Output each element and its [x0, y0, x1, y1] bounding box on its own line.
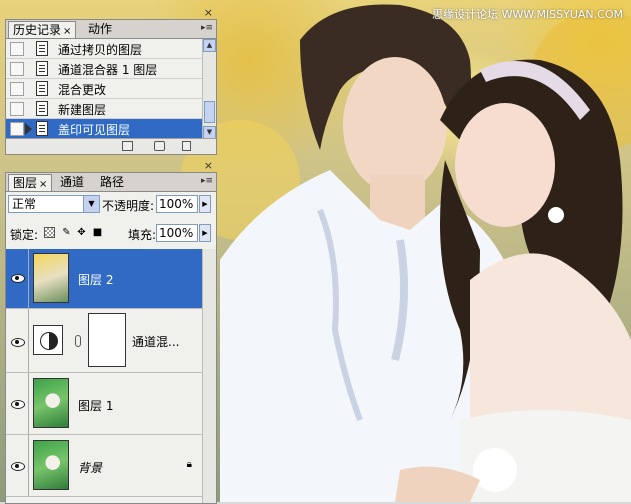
layer-divider	[28, 249, 29, 308]
tab-actions[interactable]: 动作	[84, 21, 116, 38]
history-close-icon[interactable]: ×	[204, 6, 213, 19]
layers-tabbar: 图层 × 通道 路径 ▸≡	[6, 173, 216, 192]
history-scrollbar[interactable]: ▲ ▼	[202, 39, 216, 139]
opacity-slider-button[interactable]: ▶	[199, 195, 211, 213]
history-item-label: 通过拷贝的图层	[58, 43, 143, 57]
tab-layers-close-icon[interactable]: ×	[39, 179, 47, 190]
history-tabbar: 历史记录 × 动作 ▸≡	[6, 20, 216, 39]
history-state-icon	[36, 41, 48, 56]
adjustment-layer-icon	[33, 325, 63, 355]
scroll-thumb[interactable]	[204, 101, 215, 123]
history-snapshot-checkbox[interactable]	[10, 82, 24, 96]
history-state-icon	[36, 61, 48, 76]
camera-snapshot-icon[interactable]	[154, 141, 165, 151]
opacity-label: 不透明度:	[102, 199, 155, 213]
layers-close-icon[interactable]: ×	[204, 159, 213, 172]
watermark: 思缘设计论坛 WWW.MISSYUAN.COM	[432, 8, 623, 21]
history-item[interactable]: 混合更改	[6, 79, 202, 99]
visibility-eye-icon[interactable]	[10, 399, 26, 409]
layer-thumbnail	[33, 440, 69, 490]
lock-paint-brush-icon[interactable]: ✎	[61, 227, 72, 238]
lock-move-icon[interactable]: ✥	[76, 227, 87, 238]
layers-panel: × 图层 × 通道 路径 ▸≡ 正常 ▼ 不透明度: 100% ▶ 锁定: ✎ ✥…	[5, 159, 217, 504]
lock-all-icon[interactable]: ■	[92, 227, 103, 238]
history-footer	[6, 138, 216, 154]
blend-mode-value: 正常	[12, 197, 37, 211]
lock-label: 锁定:	[10, 228, 39, 242]
tab-channels-label: 通道	[60, 175, 85, 189]
history-brush-source-icon[interactable]	[25, 123, 32, 135]
history-item[interactable]: 新建图层	[6, 99, 202, 119]
opacity-value: 100%	[159, 197, 194, 211]
history-snapshot-checkbox[interactable]	[10, 102, 24, 116]
history-item-label: 盖印可见图层	[58, 123, 131, 137]
layer-thumbnail	[33, 253, 69, 303]
history-item[interactable]: 通道混合器 1 图层	[6, 59, 202, 79]
history-snapshot-checkbox[interactable]	[10, 122, 24, 136]
lock-transparency-icon[interactable]	[44, 227, 55, 238]
tab-history-close-icon[interactable]: ×	[63, 26, 71, 37]
layer-name[interactable]: 图层 2	[78, 271, 113, 288]
history-state-icon	[36, 101, 48, 116]
visibility-eye-icon[interactable]	[10, 273, 26, 283]
layer-row-selected[interactable]: 图层 2	[6, 249, 202, 309]
history-list: 通过拷贝的图层 通道混合器 1 图层 混合更改 新建图层 盖印可见图层	[6, 39, 202, 139]
tab-paths[interactable]: 路径	[96, 174, 128, 191]
fill-slider-button[interactable]: ▶	[199, 224, 211, 242]
tab-paths-label: 路径	[100, 175, 125, 189]
fill-field[interactable]: 100%	[156, 224, 198, 242]
tab-layers-label: 图层	[13, 176, 38, 190]
scroll-up-icon[interactable]: ▲	[203, 39, 216, 52]
history-menu-icon[interactable]: ▸≡	[201, 23, 213, 33]
history-snapshot-checkbox[interactable]	[10, 62, 24, 76]
tab-history-label: 历史记录	[13, 23, 62, 37]
layers-menu-icon[interactable]: ▸≡	[201, 176, 213, 186]
tab-channels[interactable]: 通道	[56, 174, 88, 191]
layer-row[interactable]: 通道混...	[6, 309, 202, 373]
history-item[interactable]: 通过拷贝的图层	[6, 39, 202, 59]
layer-thumbnail	[33, 378, 69, 428]
new-document-from-state-icon[interactable]	[122, 141, 133, 151]
layer-row[interactable]: 图层 1	[6, 373, 202, 435]
layer-name[interactable]: 背景	[78, 459, 102, 476]
history-item-label: 新建图层	[58, 103, 107, 117]
tab-history[interactable]: 历史记录 ×	[8, 21, 77, 38]
fill-label: 填充:	[128, 228, 157, 242]
lock-icon: 🔒︎	[186, 459, 192, 470]
layer-name[interactable]: 通道混...	[132, 333, 179, 350]
tab-actions-label: 动作	[88, 22, 113, 36]
layer-name[interactable]: 图层 1	[78, 397, 113, 414]
history-panel: × 历史记录 × 动作 ▸≡ 通过拷贝的图层 通道混合器 1 图层 混合更改 新建	[5, 6, 217, 155]
visibility-eye-icon[interactable]	[10, 337, 26, 347]
layer-divider	[28, 309, 29, 372]
opacity-field[interactable]: 100%	[156, 195, 198, 213]
history-state-icon	[36, 121, 48, 136]
fill-value: 100%	[159, 226, 194, 240]
tab-layers[interactable]: 图层 ×	[8, 174, 53, 191]
history-state-icon	[36, 81, 48, 96]
layer-mask-thumbnail[interactable]	[88, 313, 126, 367]
blend-mode-select[interactable]: 正常 ▼	[8, 195, 100, 213]
link-chain-icon[interactable]	[75, 335, 81, 347]
trash-icon[interactable]	[182, 141, 191, 151]
history-snapshot-checkbox[interactable]	[10, 42, 24, 56]
layer-row[interactable]: 背景 🔒︎	[6, 435, 202, 497]
layers-scrollbar[interactable]	[202, 249, 216, 503]
chevron-down-icon[interactable]: ▼	[83, 196, 99, 212]
layer-divider	[28, 435, 29, 496]
layer-divider	[28, 373, 29, 434]
visibility-eye-icon[interactable]	[10, 461, 26, 471]
history-item-label: 通道混合器 1 图层	[58, 63, 158, 77]
history-item-selected[interactable]: 盖印可见图层	[6, 119, 202, 139]
history-item-label: 混合更改	[58, 83, 107, 97]
